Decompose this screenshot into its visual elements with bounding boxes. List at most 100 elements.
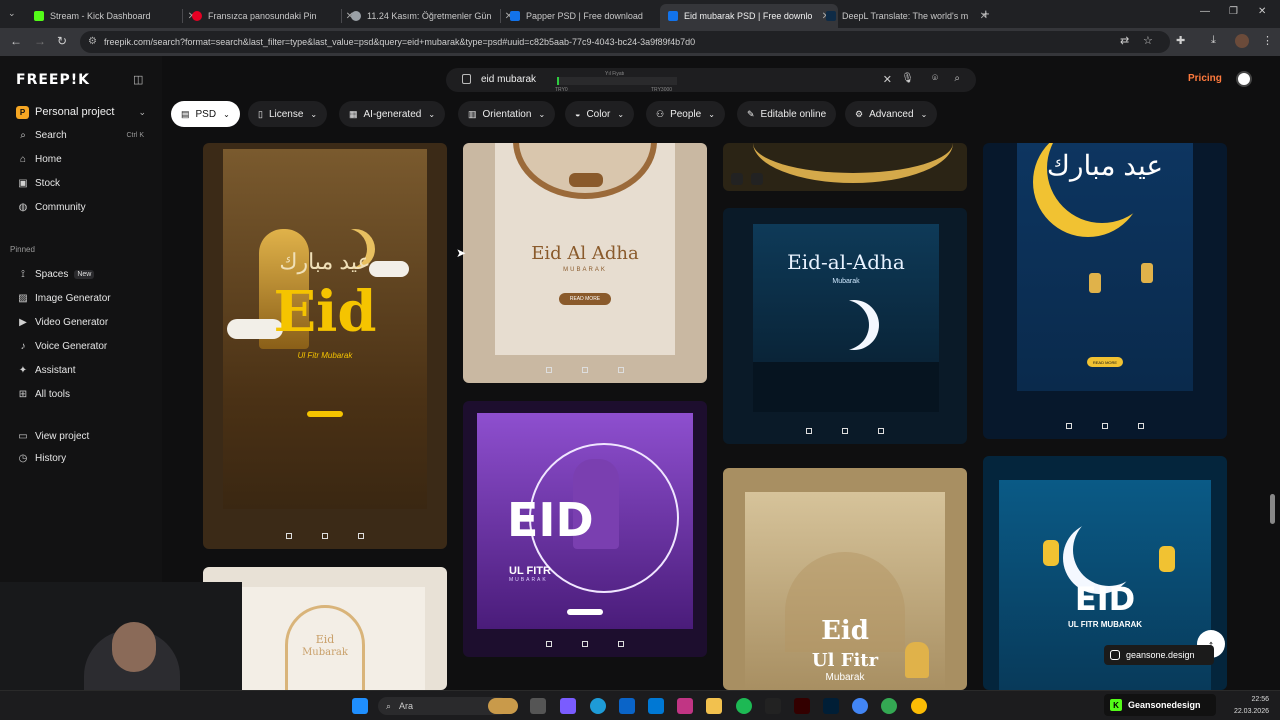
widget-icon[interactable] bbox=[488, 698, 518, 714]
instagram-app-icon[interactable] bbox=[677, 698, 693, 714]
pricing-link[interactable]: Pricing bbox=[1188, 73, 1222, 84]
poster-subtitle2: MUBARAK bbox=[509, 577, 548, 583]
search-icon[interactable]: ⌕ bbox=[954, 73, 960, 84]
sidebar-collapse-icon[interactable]: ◫ bbox=[133, 73, 143, 86]
filter-editable-online[interactable]: ✎ Editable online bbox=[737, 101, 837, 127]
sidebar-item-assistant[interactable]: ✦ Assistant bbox=[16, 362, 156, 378]
user-avatar[interactable] bbox=[1236, 71, 1252, 87]
search-input[interactable]: eid mubarak bbox=[481, 74, 536, 85]
poster-subtitle: MUBARAK bbox=[563, 267, 607, 273]
ai-icon: ▦ bbox=[349, 108, 358, 119]
spotify-icon[interactable] bbox=[736, 698, 752, 714]
filter-psd[interactable]: ▤ PSD ⌄ bbox=[171, 101, 240, 127]
site-info-icon[interactable]: ⚙ bbox=[88, 36, 97, 47]
outlook-icon[interactable] bbox=[648, 698, 664, 714]
sidebar-item-search[interactable]: ⌕ Search Ctrl K bbox=[16, 127, 156, 143]
result-card[interactable]: Eid Al Adha MUBARAK READ MORE bbox=[463, 143, 707, 383]
sidebar-item-image-generator[interactable]: ▨ Image Generator bbox=[16, 290, 156, 306]
sidebar-item-voice-generator[interactable]: ♪ Voice Generator bbox=[16, 338, 156, 354]
result-card[interactable]: Eid-al-Adha Mubarak bbox=[723, 208, 967, 444]
settings-icon: ⚙ bbox=[855, 108, 864, 119]
filter-advanced[interactable]: ⚙ Advanced ⌄ bbox=[845, 101, 938, 127]
arch-illustration bbox=[513, 143, 657, 199]
minimize-icon[interactable]: — bbox=[1200, 6, 1210, 17]
project-selector[interactable]: P Personal project ⌄ bbox=[8, 102, 154, 122]
camera-icon[interactable]: ⌾ bbox=[932, 73, 938, 84]
sidebar-item-home[interactable]: ⌂ Home bbox=[16, 151, 156, 167]
lantern-illustration bbox=[1159, 546, 1175, 572]
filter-ai-generated[interactable]: ▦ AI-generated ⌄ bbox=[339, 101, 446, 127]
poster-title: Eid bbox=[315, 633, 335, 646]
result-card[interactable]: عيد مبارك READ MORE bbox=[983, 143, 1227, 439]
read-more-button: READ MORE bbox=[559, 293, 611, 305]
page-scrollbar[interactable] bbox=[1270, 494, 1275, 524]
poster-image: عيد مبارك READ MORE bbox=[1017, 143, 1193, 391]
tab-papper-psd[interactable]: Papper PSD | Free download ✕ bbox=[502, 4, 680, 28]
windows-start-icon[interactable] bbox=[352, 698, 368, 714]
reload-icon[interactable]: ↻ bbox=[57, 34, 67, 48]
profile-avatar[interactable] bbox=[1235, 34, 1249, 48]
restore-icon[interactable]: ❐ bbox=[1229, 6, 1238, 17]
search-bar[interactable]: eid mubarak ✕ 🎙︎ ⌾ ⌕ bbox=[446, 68, 976, 92]
tab-ogretmenler[interactable]: 11.24 Kasım: Öğretmenler Gün ✕ bbox=[343, 4, 521, 28]
lantern-illustration bbox=[905, 642, 929, 678]
system-clock[interactable]: 22:56 22.03.2026 bbox=[1225, 694, 1269, 718]
extensions-icon[interactable]: ✚ bbox=[1176, 34, 1185, 47]
edge-icon[interactable] bbox=[590, 698, 606, 714]
poster-subtitle: Mubarak bbox=[832, 278, 860, 285]
address-bar[interactable]: ⚙ freepik.com/search?format=search&last_… bbox=[80, 31, 1170, 53]
download-icon[interactable]: ⤓ bbox=[1211, 34, 1216, 47]
rate-bar bbox=[557, 77, 677, 85]
bookmark-star-icon[interactable]: ☆ bbox=[1143, 34, 1153, 47]
freepik-logo[interactable]: FREEP!K bbox=[16, 72, 90, 88]
task-view-icon[interactable] bbox=[530, 698, 546, 714]
tab-search-icon[interactable]: ⌄ bbox=[8, 8, 16, 19]
microphone-icon[interactable]: 🎙︎ bbox=[901, 73, 914, 84]
sidebar-item-all-tools[interactable]: ⊞ All tools bbox=[16, 386, 156, 402]
sidebar-item-video-generator[interactable]: ▶ Video Generator bbox=[16, 314, 156, 330]
menu-kebab-icon[interactable]: ⋮ bbox=[1262, 34, 1273, 47]
calculator-icon[interactable] bbox=[619, 698, 635, 714]
tab-deepl[interactable]: DeepL Translate: The world's m ✕ bbox=[818, 4, 996, 28]
file-explorer-icon[interactable] bbox=[706, 698, 722, 714]
instagram-icon bbox=[1110, 650, 1120, 660]
translate-icon[interactable]: ⇄ bbox=[1120, 34, 1129, 47]
spaces-icon: ⟟ bbox=[21, 268, 25, 280]
chrome-icon[interactable] bbox=[911, 698, 927, 714]
filter-color[interactable]: ◒ Color ⌄ bbox=[565, 101, 635, 127]
tab-kick-dashboard[interactable]: Stream - Kick Dashboard ✕ bbox=[26, 4, 204, 28]
poster-title: EID bbox=[507, 493, 594, 547]
photoshop-icon[interactable] bbox=[823, 698, 839, 714]
forward-icon[interactable]: → bbox=[34, 34, 46, 48]
back-icon[interactable]: ← bbox=[10, 34, 22, 48]
result-card[interactable] bbox=[723, 143, 967, 191]
illustrator-icon[interactable] bbox=[794, 698, 810, 714]
poster-subtitle: UL FITR MUBARAK bbox=[1067, 620, 1143, 629]
obs-icon[interactable] bbox=[765, 698, 781, 714]
sidebar-item-view-project[interactable]: ▭ View project bbox=[16, 428, 156, 444]
stock-icon: ▣ bbox=[18, 177, 28, 189]
image-icon: ▨ bbox=[18, 292, 28, 304]
store-icon[interactable] bbox=[560, 698, 576, 714]
chevron-down-icon: ⌄ bbox=[223, 109, 230, 119]
filter-orientation[interactable]: ▥ Orientation ⌄ bbox=[458, 101, 556, 127]
poster-subtitle: Mubarak bbox=[302, 647, 348, 658]
chevron-down-icon: ⌄ bbox=[428, 109, 436, 119]
result-card[interactable]: Eid عيد مبارك Ul Fitr Mubarak bbox=[203, 143, 447, 549]
chrome-icon[interactable] bbox=[852, 698, 868, 714]
tab-pinterest[interactable]: Fransızca panosundaki Pin ✕ bbox=[184, 4, 362, 28]
sidebar-item-spaces[interactable]: ⟟ Spaces New bbox=[16, 266, 156, 282]
new-tab-icon[interactable]: + bbox=[982, 6, 990, 21]
filter-license[interactable]: ▯ License ⌄ bbox=[248, 101, 328, 127]
sidebar-item-stock[interactable]: ▣ Stock bbox=[16, 175, 156, 191]
result-card[interactable]: EID UL FITR MUBARAK bbox=[463, 401, 707, 657]
tab-eid-mubarak[interactable]: Eid mubarak PSD | Free downlo ✕ bbox=[660, 4, 838, 28]
sidebar-item-community[interactable]: ◍ Community bbox=[16, 199, 156, 215]
clear-search-icon[interactable]: ✕ bbox=[883, 73, 892, 86]
filter-people[interactable]: ⚇ People ⌄ bbox=[646, 101, 725, 127]
result-card[interactable]: Eid Ul Fitr Mubarak bbox=[723, 468, 967, 690]
sidebar-item-history[interactable]: ◷ History bbox=[16, 450, 156, 466]
card-feature-icons bbox=[463, 367, 707, 373]
close-window-icon[interactable]: ✕ bbox=[1258, 6, 1266, 17]
chrome-icon[interactable] bbox=[881, 698, 897, 714]
